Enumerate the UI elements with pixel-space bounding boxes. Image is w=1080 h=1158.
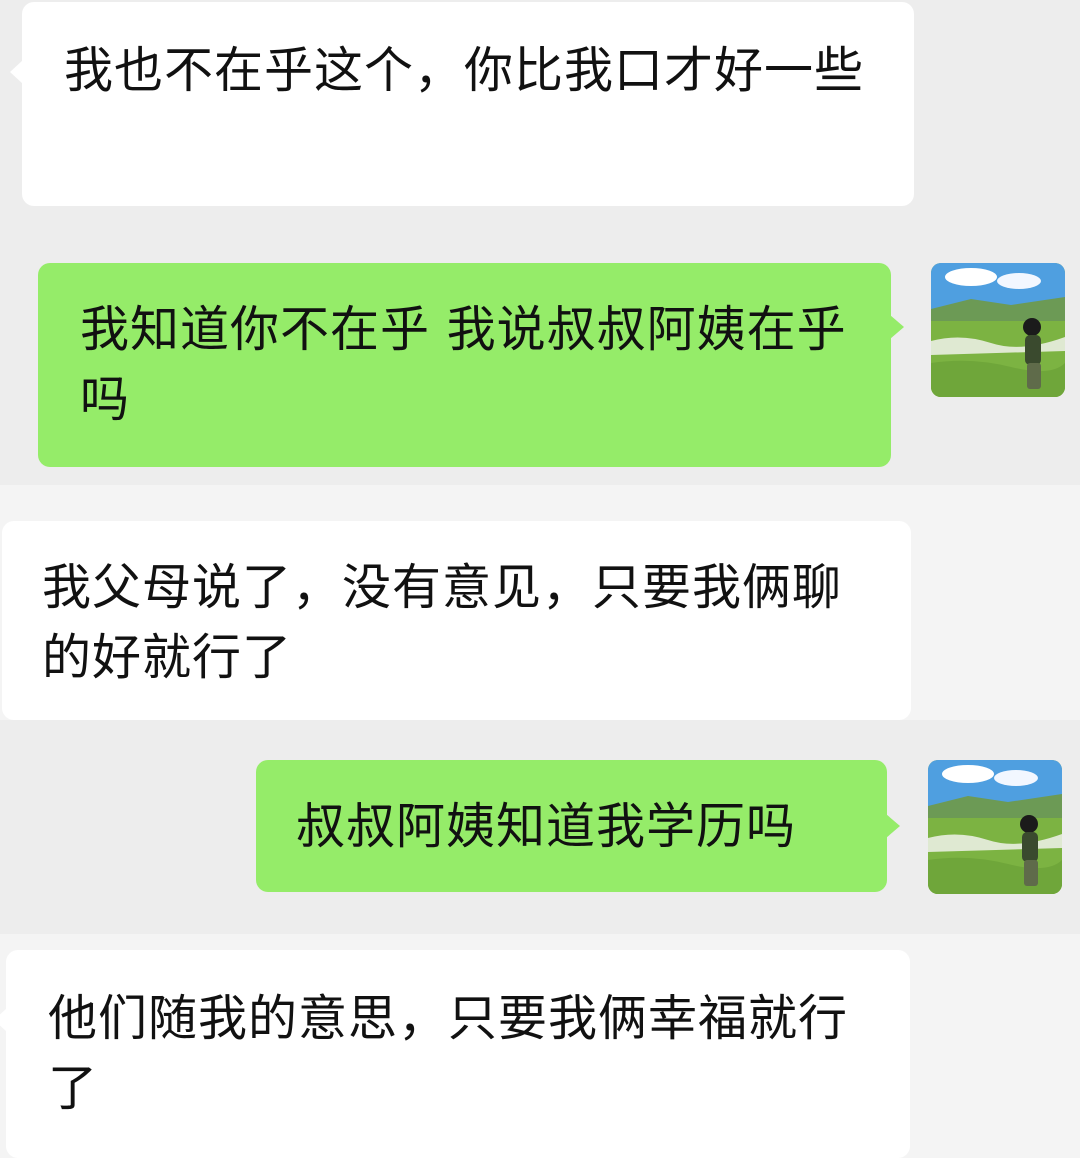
bubble-tail [890,315,904,339]
self-avatar[interactable] [928,760,1062,894]
bubble-tail [10,60,23,84]
message-text: 我父母说了，没有意见，只要我俩聊的好就行了 [42,559,843,686]
avatar-landscape-photo-icon [928,760,1062,894]
bubble-tail [0,1008,7,1032]
outgoing-message-bubble[interactable]: 叔叔阿姨知道我学历吗 [256,760,900,892]
bubble-tail [886,814,900,838]
message-text: 我知道你不在乎 我说叔叔阿姨在乎吗 [80,301,847,428]
message-text: 他们随我的意思，只要我俩幸福就行了 [48,990,849,1117]
chat-message-list[interactable]: 我也不在乎这个，你比我口才好一些 我知道你不在乎 我说叔叔阿姨在乎吗 我父母说了… [0,0,1080,1158]
message-text: 我也不在乎这个，你比我口才好一些 [64,42,865,99]
incoming-message-bubble[interactable]: 我父母说了，没有意见，只要我俩聊的好就行了 [2,521,911,720]
outgoing-message-bubble[interactable]: 我知道你不在乎 我说叔叔阿姨在乎吗 [38,263,904,467]
self-avatar[interactable] [931,263,1065,397]
incoming-message-bubble[interactable]: 他们随我的意思，只要我俩幸福就行了 [0,950,910,1158]
avatar-landscape-photo-icon [931,263,1065,397]
message-text: 叔叔阿姨知道我学历吗 [296,798,797,855]
incoming-message-bubble[interactable]: 我也不在乎这个，你比我口才好一些 [10,2,914,206]
